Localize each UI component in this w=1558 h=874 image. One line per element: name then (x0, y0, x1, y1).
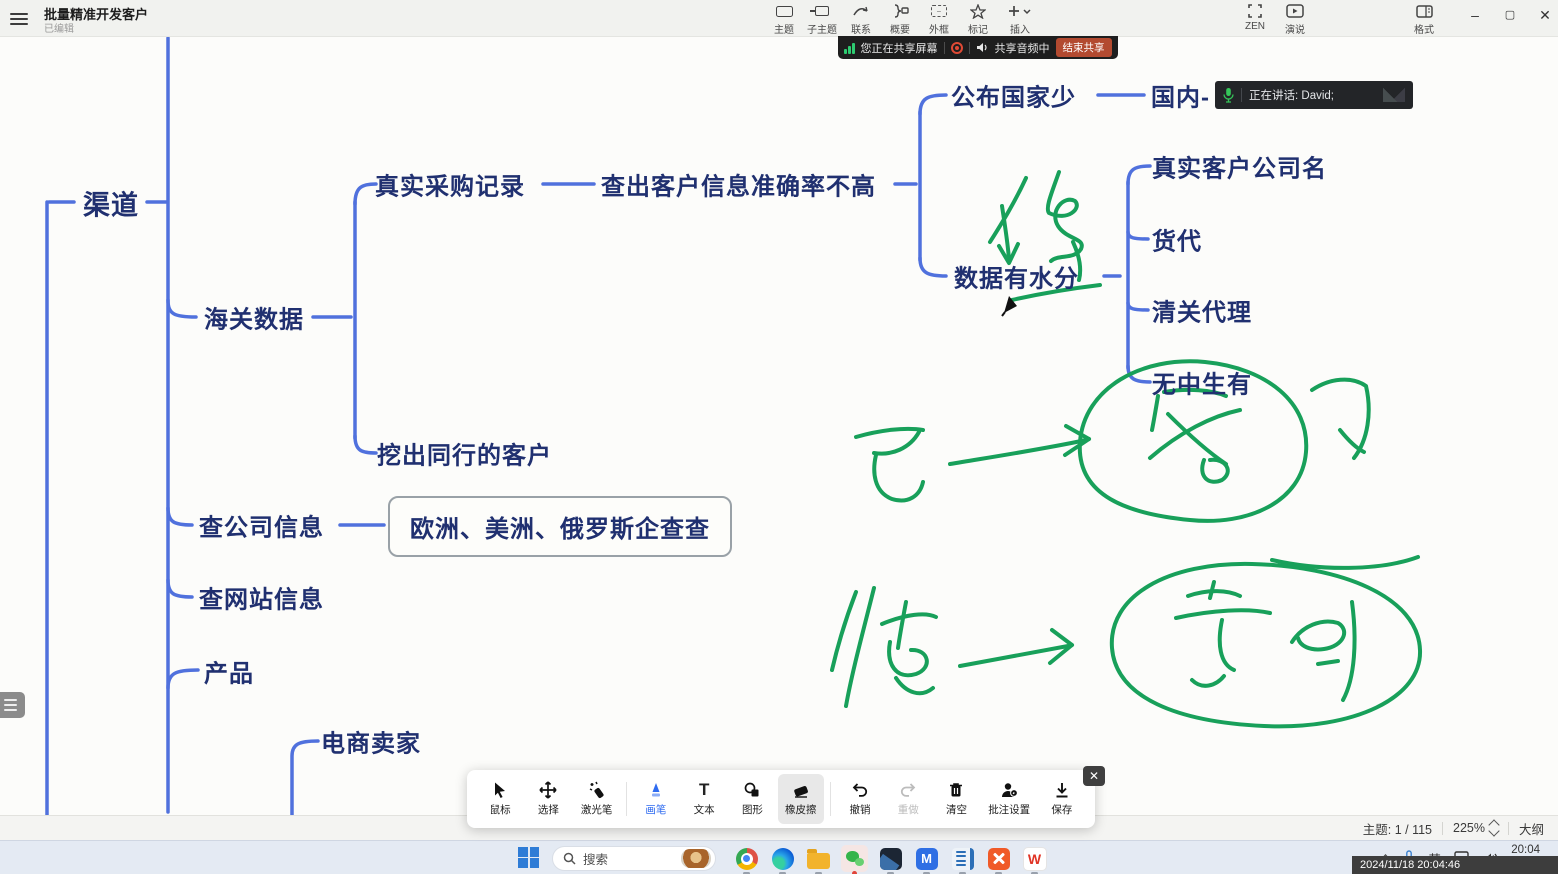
node-huodai[interactable]: 货代 (1152, 222, 1202, 257)
outline-toggle-button[interactable] (0, 692, 25, 718)
laser-pointer-button[interactable]: 激光笔 (574, 774, 620, 824)
node-haiguan-shuju[interactable]: 海关数据 (204, 300, 304, 335)
eraser-tool-button[interactable]: 橡皮擦 (778, 774, 824, 824)
save-status: 已编辑 (44, 20, 74, 35)
cursor-icon (491, 781, 509, 799)
node-zhenshi-kehu-gongsiming[interactable]: 真实客户公司名 (1152, 149, 1327, 184)
node-cha-gongsi-xinxi[interactable]: 查公司信息 (199, 508, 324, 543)
taskbar-chrome-icon[interactable] (733, 845, 760, 872)
outline-view-button[interactable]: 大纲 (1519, 819, 1544, 838)
eraser-icon (792, 781, 810, 799)
taskbar-photo-tool-icon[interactable] (877, 845, 904, 872)
datetime-tooltip: 2024/11/18 20:04:46 (1352, 856, 1558, 874)
clear-all-button[interactable]: 清空 (933, 774, 979, 824)
plus-icon (997, 3, 1043, 19)
taskbar-search-box[interactable]: 搜索 (552, 846, 716, 871)
active-speaker-popup: 正在讲话: David; (1215, 81, 1413, 109)
microphone-icon (1223, 87, 1234, 103)
undo-button[interactable]: 撤销 (837, 774, 883, 824)
node-dianshang-maijia[interactable]: 电商卖家 (321, 724, 421, 759)
node-qichacha-label: 欧洲、美洲、俄罗斯企查查 (410, 509, 710, 544)
taskbar-blue-m-app-icon[interactable]: M (913, 845, 940, 872)
node-shuju-you-shuifen[interactable]: 数据有水分 (954, 259, 1079, 294)
search-placeholder: 搜索 (583, 849, 674, 868)
shape-tool-button[interactable]: 图形 (729, 774, 775, 824)
play-icon (1272, 3, 1318, 19)
mouse-tool-button[interactable]: 鼠标 (477, 774, 523, 824)
minimize-button[interactable]: – (1460, 2, 1490, 28)
toolbar-marker-button[interactable]: 标记 (955, 3, 1001, 36)
speaker-icon (976, 42, 989, 53)
topic-counter: 主题: 1 / 115 (1363, 819, 1432, 838)
user-settings-icon (1000, 781, 1018, 799)
windows-taskbar: 搜索 M W 英 (0, 840, 1558, 874)
node-qingguan-daili[interactable]: 清关代理 (1152, 293, 1252, 328)
record-icon[interactable] (951, 42, 963, 54)
node-wuzhongshengyou[interactable]: 无中生有 (1152, 365, 1252, 400)
sharing-text: 您正在共享屏幕 (861, 40, 938, 56)
zoom-level: 225% (1453, 821, 1485, 835)
shapes-icon (743, 781, 761, 799)
screen-share-banner: 您正在共享屏幕 共享音频中 结束共享 (838, 36, 1118, 59)
node-gongbu-guojia-shao[interactable]: 公布国家少 (951, 78, 1076, 113)
toolbar-format-button[interactable]: 格式 (1401, 3, 1447, 36)
node-qudao[interactable]: 渠道 (83, 184, 139, 223)
toolbar-insert-button[interactable]: 插入 (997, 3, 1043, 36)
search-icon (563, 852, 576, 865)
audio-sharing-text: 共享音频中 (995, 40, 1050, 56)
node-qichacha-box[interactable]: 欧洲、美洲、俄罗斯企查查 (388, 496, 732, 557)
search-highlight-image[interactable] (681, 849, 711, 868)
mindmap-canvas[interactable]: 渠道 海关数据 真实采购记录 查出客户信息准确率不高 公布国家少 国内- 数据有… (0, 36, 1558, 815)
download-icon (1053, 781, 1071, 799)
move-icon (539, 781, 557, 799)
close-button[interactable]: ✕ (1530, 2, 1558, 28)
annotation-toolbar: 鼠标 选择 激光笔 画笔 T 文本 图形 橡皮擦 撤销 (467, 770, 1095, 828)
star-icon (955, 3, 1001, 19)
screen: 渠道 海关数据 真实采购记录 查出客户信息准确率不高 公布国家少 国内- 数据有… (0, 0, 1558, 874)
menu-icon[interactable] (10, 10, 28, 24)
format-panel-icon (1401, 3, 1447, 19)
trash-icon (947, 781, 965, 799)
node-zhenshi-caigou[interactable]: 真实采购记录 (375, 167, 525, 202)
undo-icon (851, 781, 869, 799)
node-wachu-tongxing-kehu[interactable]: 挖出同行的客户 (377, 436, 552, 471)
start-button[interactable] (518, 847, 539, 868)
zoom-stepper-icon[interactable] (1490, 821, 1498, 835)
signal-bars-icon (844, 42, 855, 54)
stop-share-button[interactable]: 结束共享 (1056, 38, 1112, 57)
title-bar: 批量精准开发客户 已编辑 主题 子主题 联系 概要 – 外框 (0, 0, 1558, 37)
text-icon: T (699, 781, 709, 799)
zoom-control[interactable]: 225% (1453, 821, 1498, 835)
pen-icon (647, 781, 665, 799)
meeting-app-logo (1383, 88, 1405, 102)
node-zhunquelv-bugao[interactable]: 查出客户信息准确率不高 (601, 167, 876, 202)
toolbar-present-button[interactable]: 演说 (1272, 3, 1318, 36)
taskbar-edge-icon[interactable] (769, 845, 796, 872)
save-annotation-button[interactable]: 保存 (1039, 774, 1085, 824)
pen-tool-button[interactable]: 画笔 (633, 774, 679, 824)
taskbar-wps-icon[interactable]: W (1021, 845, 1048, 872)
laser-icon (588, 781, 606, 799)
redo-button[interactable]: 重做 (885, 774, 931, 824)
speaker-text: 正在讲话: David; (1249, 87, 1334, 103)
taskbar-notes-app-icon[interactable] (949, 845, 976, 872)
redo-icon (899, 781, 917, 799)
node-guonei[interactable]: 国内- (1151, 78, 1210, 113)
taskbar-wechat-icon[interactable] (841, 845, 868, 872)
node-chanpin[interactable]: 产品 (204, 654, 254, 689)
close-annotation-toolbar-icon[interactable]: ✕ (1083, 766, 1105, 786)
maximize-button[interactable]: ▢ (1495, 2, 1525, 28)
taskbar-file-explorer-icon[interactable] (805, 845, 832, 872)
text-tool-button[interactable]: T 文本 (681, 774, 727, 824)
annotation-settings-button[interactable]: 批注设置 (982, 774, 1037, 824)
node-cha-wangzhan-xinxi[interactable]: 查网站信息 (199, 580, 324, 615)
branch-lines (47, 38, 1150, 815)
select-tool-button[interactable]: 选择 (525, 774, 571, 824)
taskbar-orange-app-icon[interactable] (985, 845, 1012, 872)
